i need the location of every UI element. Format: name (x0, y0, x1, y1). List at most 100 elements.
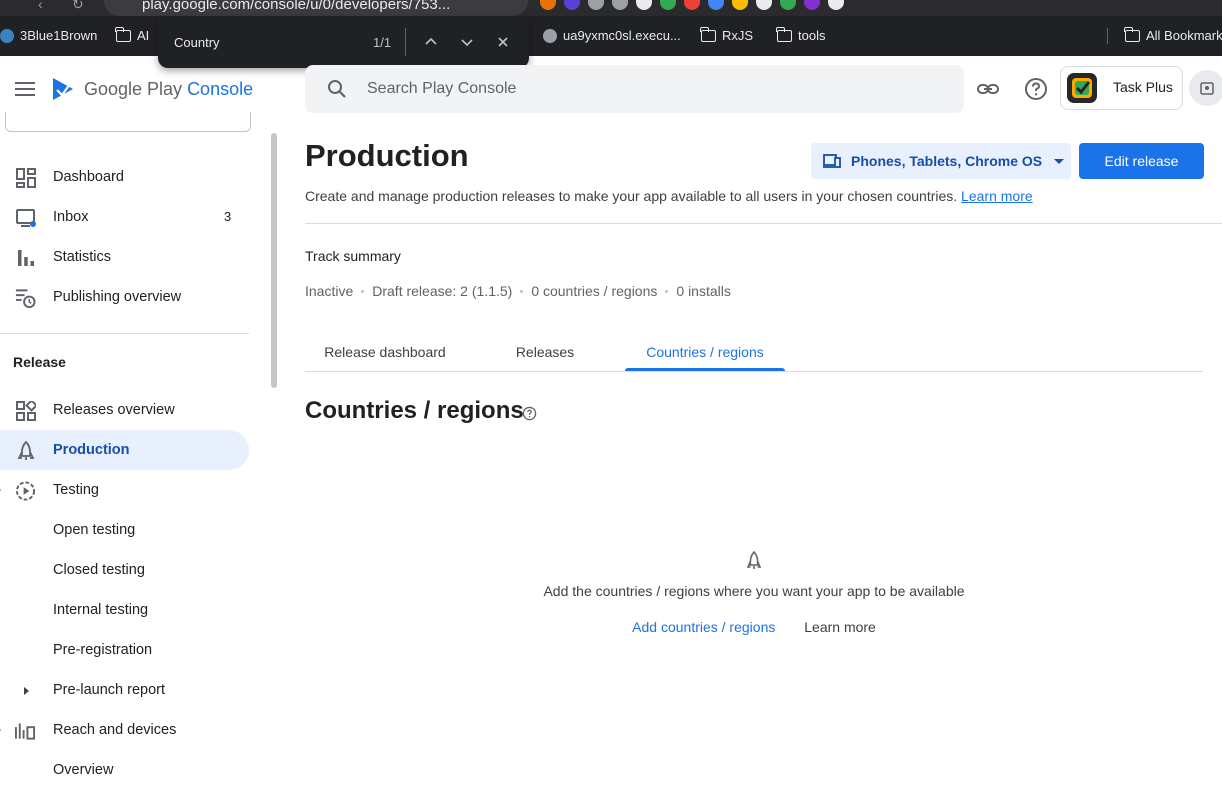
sidebar-item-overview[interactable]: Overview (0, 750, 249, 790)
bookmark-folder-all-bookmarks[interactable]: All Bookmarks (1124, 26, 1222, 43)
separator-dot (520, 289, 524, 293)
tabs-divider (305, 371, 1203, 372)
sidebar-item-inbox[interactable]: Inbox 3 (0, 197, 249, 237)
extension-icon[interactable] (684, 0, 700, 10)
brand-logo[interactable]: Google Play Console (84, 79, 253, 100)
tab-release-dashboard[interactable]: Release dashboard (305, 334, 465, 372)
browser-toolbar: ‹ ↻ play.google.com/console/u/0/develope… (0, 0, 1222, 16)
add-countries-link[interactable]: Add countries / regions (632, 619, 775, 635)
account-icon[interactable] (1189, 70, 1222, 106)
track-installs: 0 installs (676, 283, 731, 299)
sidebar-scrollbar[interactable] (271, 133, 277, 388)
learn-more-link[interactable]: Learn more (961, 188, 1033, 204)
search-bar[interactable] (305, 65, 964, 113)
sidebar-item-publishing-overview[interactable]: Publishing overview (0, 277, 249, 317)
dropdown-arrow-icon (1054, 158, 1065, 164)
folder-icon (115, 26, 131, 42)
globe-icon (543, 28, 557, 43)
empty-state-message: Add the countries / regions where you wa… (543, 583, 965, 599)
chevron-down-icon[interactable] (455, 30, 479, 54)
bookmark-folder-rxjs[interactable]: RxJS (700, 26, 753, 43)
close-icon[interactable] (491, 30, 515, 54)
production-rocket-icon (746, 551, 762, 569)
sidebar-divider (0, 333, 249, 334)
search-icon (328, 80, 346, 98)
find-bar: Country 1/1 (158, 16, 529, 68)
sidebar-item-open-testing[interactable]: Open testing (0, 510, 249, 550)
play-console-logo-icon (53, 78, 73, 100)
sidebar-item-production[interactable]: Production (0, 430, 249, 470)
track-summary-row: Inactive Draft release: 2 (1.1.5) 0 coun… (305, 283, 731, 299)
find-divider (405, 28, 406, 56)
sidebar-item-pre-launch-report[interactable]: Pre-launch report (0, 670, 249, 710)
sidebar-item-releases-overview[interactable]: Releases overview (0, 390, 249, 430)
extension-icon[interactable] (540, 0, 556, 10)
menu-icon[interactable] (15, 82, 35, 96)
releases-overview-icon (15, 400, 36, 421)
tab-releases[interactable]: Releases (465, 334, 625, 372)
inbox-icon (15, 207, 36, 228)
extension-icon[interactable] (564, 0, 580, 10)
separator-dot (665, 289, 669, 293)
sidebar-item-dashboard[interactable]: Dashboard (0, 157, 249, 197)
sidebar-item-pre-registration[interactable]: Pre-registration (0, 630, 249, 670)
extension-icon[interactable] (828, 0, 844, 10)
device-selector-button[interactable]: Phones, Tablets, Chrome OS (811, 143, 1071, 179)
extension-icon[interactable] (780, 0, 796, 10)
find-query-input[interactable]: Country (174, 35, 220, 50)
track-summary-title: Track summary (305, 248, 401, 264)
extension-icon[interactable] (588, 0, 604, 10)
bookmark-3blue1brown[interactable]: 3Blue1Brown (0, 28, 97, 43)
help-circle-icon[interactable] (522, 406, 537, 421)
chevron-up-icon[interactable] (419, 30, 443, 54)
folder-icon (1124, 26, 1140, 42)
page-title: Production (305, 138, 469, 173)
sidebar-search-field[interactable] (5, 112, 251, 132)
track-countries: 0 countries / regions (531, 283, 658, 299)
extension-icon[interactable] (636, 0, 652, 10)
folder-icon (700, 26, 716, 42)
extension-icon[interactable] (708, 0, 724, 10)
extension-icon[interactable] (732, 0, 748, 10)
sidebar-item-reach-and-devices[interactable]: Reach and devices (0, 710, 249, 750)
extension-icon[interactable] (660, 0, 676, 10)
app-selector[interactable]: Task Plus (1060, 66, 1183, 110)
header-divider (305, 223, 1222, 224)
edit-release-button[interactable]: Edit release (1079, 143, 1204, 179)
bookmarks-separator (1107, 28, 1108, 44)
extension-icon[interactable] (756, 0, 772, 10)
reach-chart-icon (15, 720, 36, 741)
link-icon[interactable] (975, 76, 1001, 102)
search-input[interactable] (367, 77, 927, 101)
app-icon (1067, 73, 1097, 103)
reload-icon[interactable]: ↻ (72, 0, 84, 13)
expand-arrow-icon[interactable] (15, 680, 36, 701)
devices-icon (823, 154, 841, 168)
track-draft-release: Draft release: 2 (1.1.5) (372, 283, 513, 299)
active-tab-indicator (625, 368, 785, 371)
tab-countries-regions[interactable]: Countries / regions (625, 334, 785, 372)
bar-chart-icon (15, 247, 36, 268)
bookmark-folder-tools[interactable]: tools (776, 26, 825, 43)
sidebar-item-statistics[interactable]: Statistics (0, 237, 249, 277)
dashboard-icon (15, 167, 36, 188)
back-icon[interactable]: ‹ (38, 0, 43, 12)
extension-icon[interactable] (804, 0, 820, 10)
address-bar-url[interactable]: play.google.com/console/u/0/developers/7… (142, 0, 450, 13)
extension-icons (540, 0, 844, 16)
extension-icon[interactable] (612, 0, 628, 10)
production-icon (15, 440, 36, 461)
site-favicon-icon (0, 28, 14, 43)
empty-state-learn-more-link[interactable]: Learn more (804, 619, 876, 635)
bookmark-folder-ai[interactable]: AI (115, 26, 149, 43)
publishing-icon (15, 287, 36, 308)
sidebar-item-internal-testing[interactable]: Internal testing (0, 590, 249, 630)
track-status: Inactive (305, 283, 354, 299)
inbox-count-badge: 3 (224, 209, 232, 224)
sidebar-item-testing[interactable]: Testing (0, 470, 249, 510)
app-name: Task Plus (1113, 79, 1173, 95)
folder-icon (776, 26, 792, 42)
help-icon[interactable] (1023, 76, 1049, 102)
bookmark-ua9yxmc0sl[interactable]: ua9yxmc0sl.execu... (543, 28, 681, 43)
sidebar-item-closed-testing[interactable]: Closed testing (0, 550, 249, 590)
